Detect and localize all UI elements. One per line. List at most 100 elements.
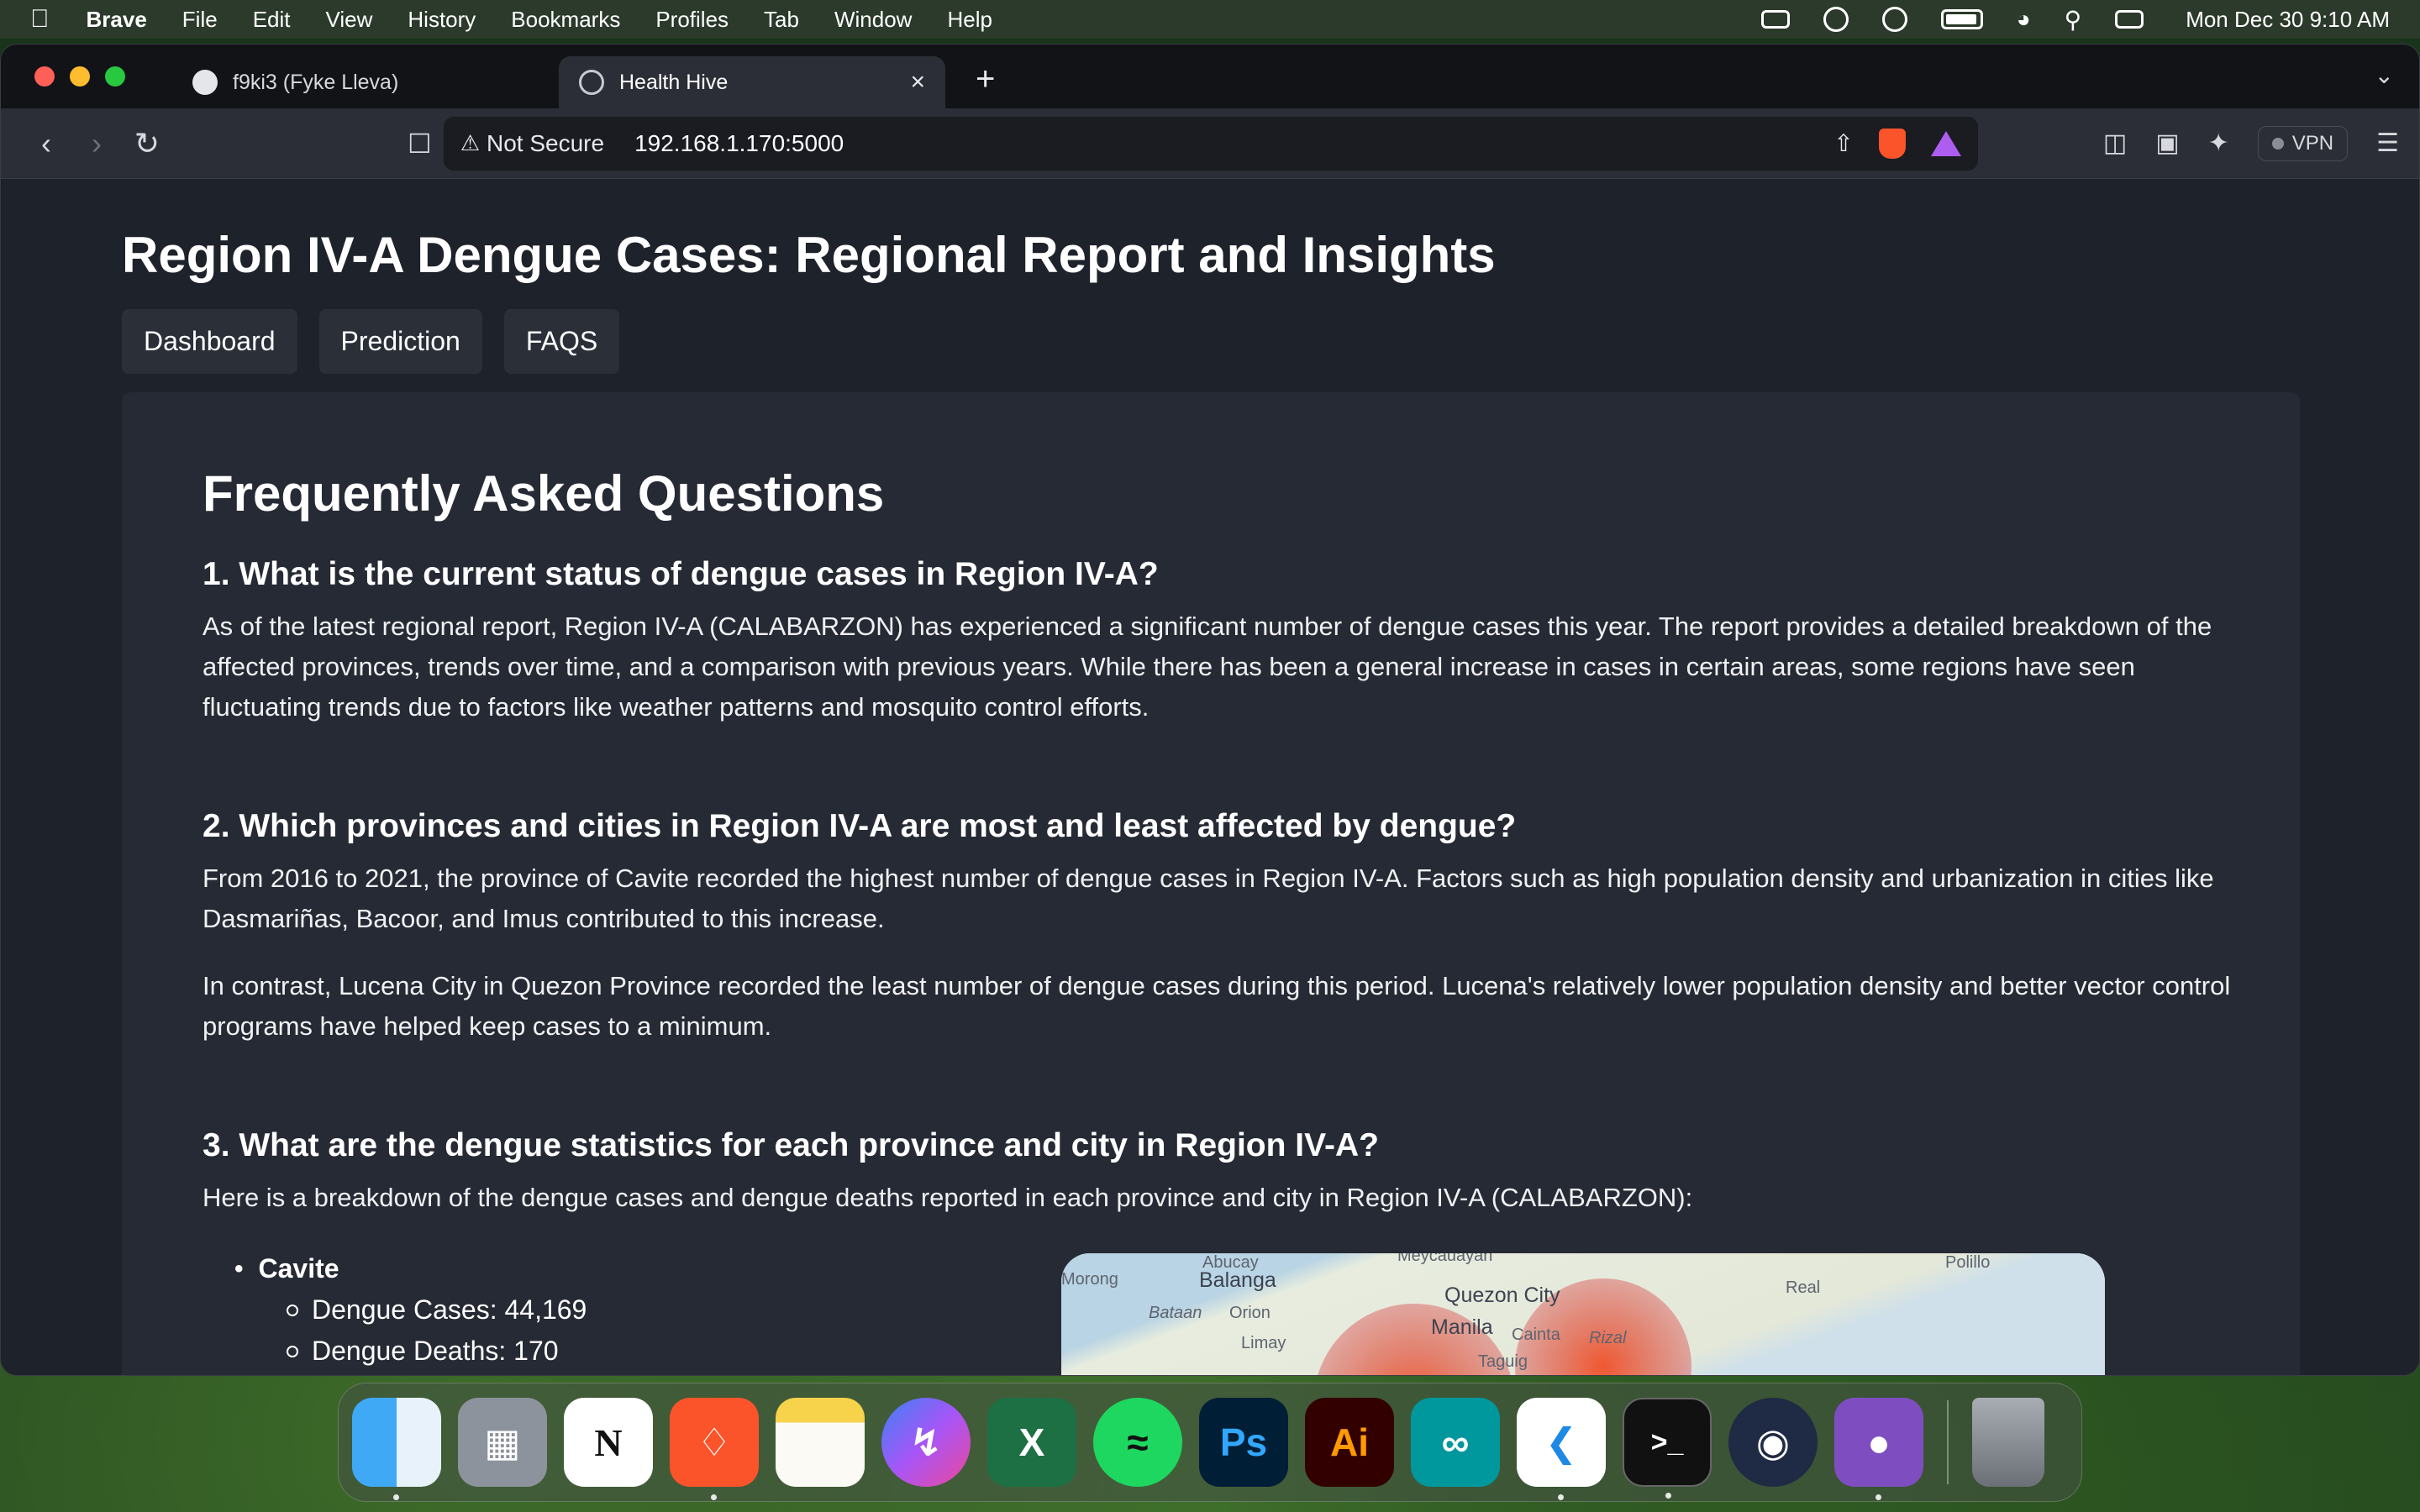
site-nav: Dashboard Prediction FAQS [122, 309, 2298, 374]
browser-toolbar: ‹ › ↻ ☐ ⚠ Not Secure 192.168.1.170:5000 … [1, 108, 2419, 179]
finder-icon[interactable] [352, 1398, 441, 1500]
map-label: Manila [1431, 1315, 1493, 1339]
back-button[interactable]: ‹ [21, 126, 71, 161]
creative-cloud-icon[interactable] [1823, 7, 1849, 32]
reload-button[interactable]: ↻ [122, 126, 172, 161]
wallet-icon[interactable]: ▣ [2155, 129, 2179, 158]
map-label: Limay [1241, 1334, 1286, 1352]
tab-label: f9ki3 (Fyke Lleva) [233, 70, 399, 94]
wifi-icon[interactable]: ◕ [2017, 6, 2031, 33]
tab-bar: f9ki3 (Fyke Lleva) Health Hive × + ⌄ [1, 45, 2419, 108]
page-title: Region IV-A Dengue Cases: Regional Repor… [122, 227, 1496, 283]
dengue-heat-map[interactable]: Abucay Morong Balanga Orion Bataan Limay… [1061, 1253, 2105, 1375]
terminal-icon[interactable]: >_ [1623, 1398, 1712, 1499]
security-label[interactable]: Not Secure [487, 130, 604, 157]
menu-bar:  Brave File Edit View History Bookmarks… [0, 0, 2420, 39]
map-label: Polillo [1945, 1253, 1991, 1272]
tab-label: Health Hive [619, 70, 729, 94]
notion-icon[interactable]: N [564, 1398, 653, 1487]
apple-icon[interactable]:  [30, 5, 50, 34]
menu-file[interactable]: File [182, 7, 218, 33]
nav-dashboard[interactable]: Dashboard [122, 309, 297, 374]
map-label: Balanga [1199, 1268, 1276, 1292]
vpn-button[interactable]: VPN [2257, 125, 2349, 161]
battery-icon[interactable] [1940, 9, 1983, 29]
province-stats-list: Cavite Dengue Cases: 44,169 Dengue Death… [203, 1253, 1061, 1375]
window-controls [34, 66, 125, 87]
github-icon [192, 70, 218, 95]
sidebar-icon[interactable]: ◫ [2103, 129, 2127, 158]
faq-answer: Here is a breakdown of the dengue cases … [203, 1183, 1693, 1212]
menu-history[interactable]: History [408, 7, 476, 33]
tab-github[interactable]: f9ki3 (Fyke Lleva) [172, 56, 559, 108]
nav-faqs[interactable]: FAQS [503, 309, 620, 374]
notes-icon[interactable] [776, 1398, 865, 1487]
hamburger-menu-icon[interactable]: ☰ [2376, 129, 2399, 158]
close-window-button[interactable] [34, 66, 55, 87]
trash-icon[interactable] [1972, 1398, 2044, 1487]
spotify-icon[interactable]: ≈ [1093, 1398, 1182, 1487]
messenger-icon[interactable]: ↯ [881, 1398, 971, 1487]
faq-card: Frequently Asked Questions 1. What is th… [122, 392, 2300, 1375]
screenshot-icon[interactable]: ◉ [1728, 1398, 1818, 1487]
user-icon[interactable] [1881, 7, 1907, 32]
new-tab-button[interactable]: + [976, 60, 995, 98]
illustrator-icon[interactable]: Ai [1305, 1398, 1394, 1487]
arduino-icon[interactable]: ∞ [1411, 1398, 1500, 1487]
browser-window: f9ki3 (Fyke Lleva) Health Hive × + ⌄ ‹ ›… [0, 44, 2420, 1376]
faq-heading: Frequently Asked Questions [203, 465, 885, 522]
menu-help[interactable]: Help [947, 7, 992, 33]
chevron-down-icon[interactable]: ⌄ [2375, 61, 2394, 89]
faq-question: 2. Which provinces and cities in Region … [203, 808, 1517, 844]
vpn-status-icon [2271, 137, 2284, 150]
menu-view[interactable]: View [326, 7, 373, 33]
brave-rewards-icon[interactable] [1930, 130, 1961, 156]
map-label: Taguig [1478, 1352, 1528, 1371]
menu-window[interactable]: Window [834, 7, 912, 33]
leo-ai-icon[interactable]: ✦ [2208, 129, 2229, 158]
spotlight-icon[interactable]: ⚲ [2065, 6, 2082, 34]
brave-shields-icon[interactable] [1878, 128, 1906, 159]
faq-answer: As of the latest regional report, Region… [203, 612, 2212, 722]
screen-record-icon[interactable] [1760, 10, 1790, 29]
map-label: Orion [1229, 1304, 1270, 1322]
menu-edit[interactable]: Edit [253, 7, 291, 33]
web-page: Region IV-A Dengue Cases: Regional Repor… [1, 179, 2419, 1375]
photoshop-icon[interactable]: Ps [1199, 1398, 1288, 1487]
faq-question: 3. What are the dengue statistics for ea… [203, 1127, 1379, 1163]
map-label: Rizal [1589, 1329, 1627, 1347]
menu-app-name[interactable]: Brave [87, 7, 147, 33]
share-icon[interactable]: ⇧ [1833, 129, 1853, 157]
minimize-window-button[interactable] [70, 66, 90, 87]
launchpad-icon[interactable]: ▦ [458, 1398, 547, 1487]
forward-button[interactable]: › [71, 126, 122, 161]
menu-tab[interactable]: Tab [764, 7, 799, 33]
map-label: Meycauayan [1397, 1253, 1493, 1265]
globe-icon [579, 70, 604, 95]
warning-icon: ⚠ [460, 130, 480, 155]
brave-icon[interactable]: ♢ [670, 1398, 759, 1500]
province-deaths: Dengue Deaths: 170 [287, 1336, 1061, 1367]
control-center-icon[interactable] [2115, 10, 2144, 29]
nav-prediction[interactable]: Prediction [318, 309, 482, 374]
menu-bookmarks[interactable]: Bookmarks [511, 7, 620, 33]
zoom-window-button[interactable] [105, 66, 125, 87]
menu-clock[interactable]: Mon Dec 30 9:10 AM [2186, 7, 2390, 33]
excel-icon[interactable]: X [987, 1398, 1076, 1487]
menu-profiles[interactable]: Profiles [655, 7, 729, 33]
github-desktop-icon[interactable]: ● [1834, 1398, 1923, 1500]
vscode-icon[interactable]: ❮ [1517, 1398, 1606, 1500]
vpn-label: VPN [2291, 131, 2334, 155]
tab-health-hive[interactable]: Health Hive × [559, 56, 945, 108]
close-tab-icon[interactable]: × [910, 68, 925, 97]
address-bar[interactable]: ⚠ Not Secure 192.168.1.170:5000 ⇧ [443, 116, 1978, 171]
bookmark-icon[interactable]: ☐ [408, 128, 432, 160]
map-label: Cainta [1512, 1326, 1560, 1344]
url-text[interactable]: 192.168.1.170:5000 [634, 130, 844, 157]
province-name: Cavite [234, 1253, 1061, 1284]
faq-answer: From 2016 to 2021, the province of Cavit… [203, 864, 2214, 933]
map-label: Quezon City [1444, 1284, 1560, 1307]
map-label: Bataan [1149, 1304, 1202, 1322]
faq-question: 1. What is the current status of dengue … [203, 556, 1159, 592]
dock: ▦ N ♢ ↯ X ≈ Ps Ai ∞ ❮ >_ ◉ ● [338, 1383, 2082, 1502]
